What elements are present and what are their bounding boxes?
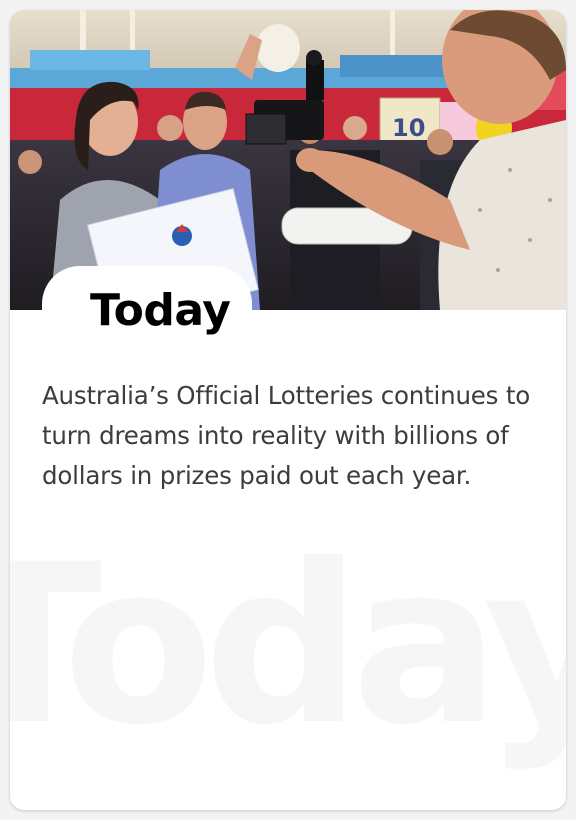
svg-text:10: 10 <box>392 114 425 142</box>
hero-photo: 10 <box>10 10 566 310</box>
background-watermark-text: Today <box>10 517 566 773</box>
celebration-photo-illustration: 10 <box>10 10 566 310</box>
card-heading: Today <box>90 285 231 336</box>
card-description: Australia’s Official Lotteries continues… <box>42 381 531 490</box>
content-card: 10 Today Australia’s Official Lotteries … <box>10 10 566 810</box>
